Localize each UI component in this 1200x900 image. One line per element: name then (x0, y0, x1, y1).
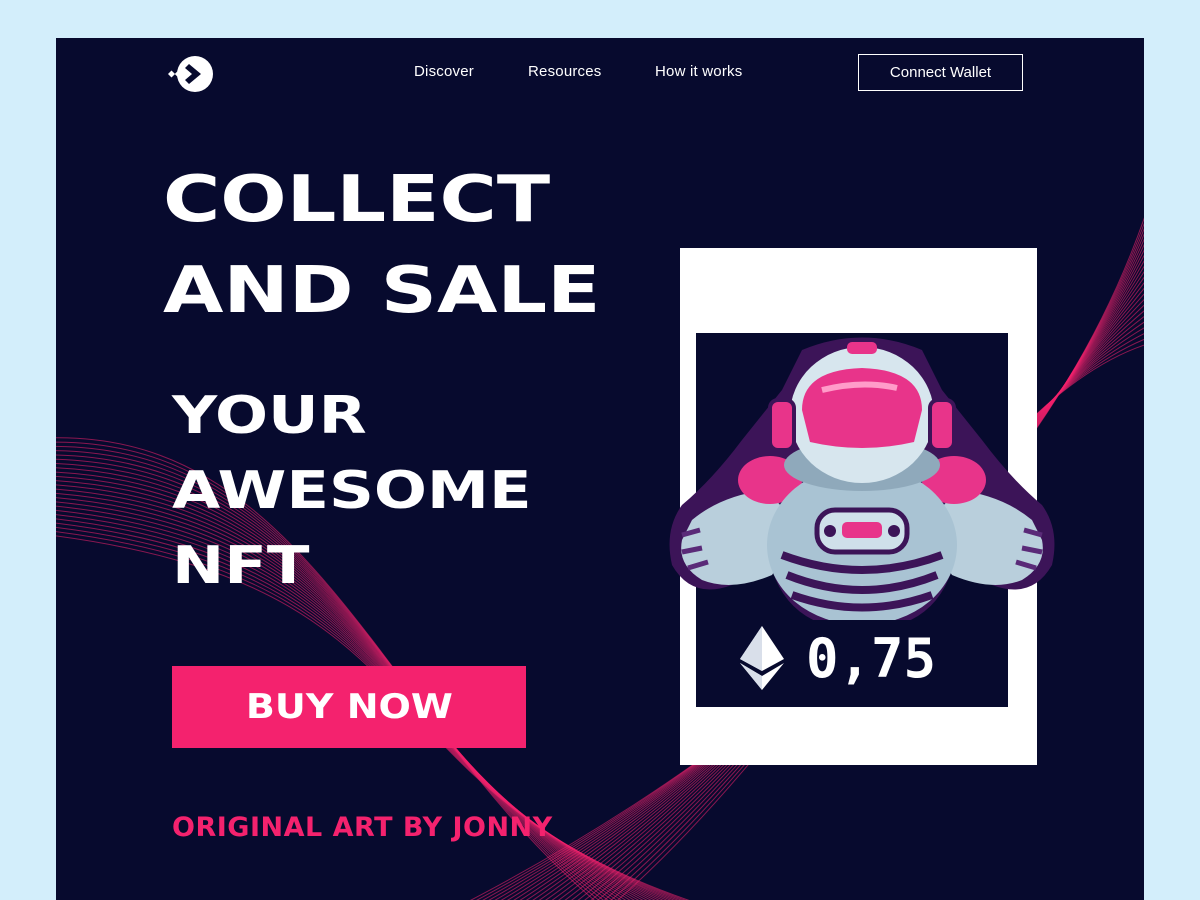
nav-link-how-it-works[interactable]: How it works (655, 63, 742, 80)
nav-link-resources[interactable]: Resources (528, 63, 602, 80)
headline-line-2: AND SALE (163, 254, 601, 328)
connect-wallet-button[interactable]: Connect Wallet (858, 54, 1023, 91)
nav-link-discover[interactable]: Discover (414, 63, 474, 80)
headline-line-1: COLLECT (163, 163, 551, 237)
buy-now-label: BUY NOW (245, 687, 453, 727)
headline-line-5: NFT (172, 536, 310, 596)
price-row: 0,75 (740, 626, 936, 690)
artist-tagline: ORIGINAL ART BY JONNY (172, 812, 553, 843)
headline-line-3: YOUR (172, 386, 367, 446)
ethereum-icon (740, 626, 784, 690)
astronaut-mascot-icon (669, 337, 1055, 620)
buy-now-button[interactable]: BUY NOW (172, 666, 526, 748)
hero-section: Discover Resources How it works Connect … (56, 38, 1144, 900)
arrow-logo-icon[interactable] (168, 56, 214, 92)
headline-line-4: AWESOME (172, 461, 532, 521)
nft-price: 0,75 (806, 626, 937, 690)
